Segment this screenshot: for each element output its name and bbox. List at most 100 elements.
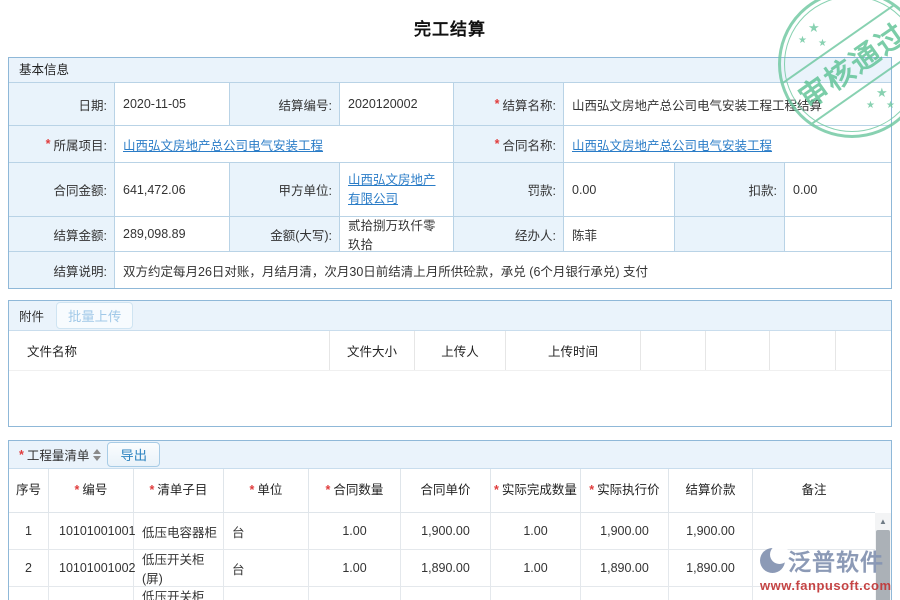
- penalty-value: 0.00: [563, 162, 674, 216]
- sort-down-icon: [93, 456, 101, 461]
- col-item: *清单子目: [134, 469, 224, 513]
- boq-bar: * 工程量清单 导出: [9, 441, 891, 469]
- cell-contract-qty: 1.00: [309, 513, 401, 550]
- sort-icon[interactable]: [93, 449, 101, 461]
- settlement-no-value: 2020120002: [339, 83, 453, 125]
- settlement-amount-value: 289,098.89: [114, 216, 229, 251]
- cell-item: 低压开关柜(屏): [134, 550, 224, 587]
- cell-unit: 台: [224, 587, 309, 600]
- boq-section-label: 工程量清单: [27, 445, 90, 464]
- cell-code: 10101001002: [49, 550, 134, 587]
- cell-actual-price: 1,890.00: [581, 550, 669, 587]
- party-a-link[interactable]: 山西弘文房地产有限公司: [348, 171, 447, 207]
- contract-value-cell: 山西弘文房地产总公司电气安装工程: [563, 125, 891, 162]
- required-marker: *: [250, 483, 255, 497]
- col-file-size: 文件大小: [330, 331, 415, 370]
- boq-header-row: 序号 *编号 *清单子目 *单位 *合同数量 合同单价 *实际完成数量 *实际执…: [9, 469, 875, 513]
- col-uploader: 上传人: [415, 331, 506, 370]
- col-unit: *单位: [224, 469, 309, 513]
- boq-table: 序号 *编号 *清单子目 *单位 *合同数量 合同单价 *实际完成数量 *实际执…: [9, 469, 875, 600]
- col-remark: 备注: [753, 469, 875, 513]
- date-label-cell: 日期:: [9, 83, 114, 125]
- cell-contract-qty: 1.00: [309, 550, 401, 587]
- col-empty: [706, 331, 770, 370]
- col-empty: [770, 331, 836, 370]
- cell-seq: 1: [9, 513, 49, 550]
- scroll-up-icon[interactable]: ▲: [875, 513, 891, 529]
- cell-seq: 3: [9, 587, 49, 600]
- empty-label-cell: [674, 216, 784, 251]
- required-marker: *: [495, 97, 500, 111]
- settlement-name-label-cell: *结算名称:: [453, 83, 563, 125]
- col-contract-qty: *合同数量: [309, 469, 401, 513]
- cell-contract-price: 1,899.00: [401, 587, 491, 600]
- vendor-watermark: 泛普软件 www.fanpusoft.com: [760, 543, 892, 593]
- col-empty: [836, 331, 891, 370]
- cell-actual-qty: 1.00: [491, 550, 581, 587]
- required-marker: *: [19, 448, 24, 462]
- cell-unit: 台: [224, 513, 309, 550]
- basic-info-panel: 基本信息 日期: 2020-11-05 结算编号: 2020120002 *结算…: [8, 57, 892, 289]
- col-actual-price: *实际执行价: [581, 469, 669, 513]
- required-marker: *: [326, 483, 331, 497]
- cell-settle-amount: 1,900.00: [669, 513, 753, 550]
- settlement-amount-label-cell: 结算金额:: [9, 216, 114, 251]
- required-marker: *: [75, 483, 80, 497]
- required-marker: *: [46, 137, 51, 151]
- cell-contract-qty: 1.00: [309, 587, 401, 600]
- deduction-value: 0.00: [784, 162, 891, 216]
- operator-label-cell: 经办人:: [453, 216, 563, 251]
- basic-info-section-title: 基本信息: [9, 58, 891, 83]
- note-label-cell: 结算说明:: [9, 251, 114, 288]
- penalty-label-cell: 罚款:: [453, 162, 563, 216]
- operator-value: 陈菲: [563, 216, 674, 251]
- attachments-header-row: 文件名称 文件大小 上传人 上传时间: [9, 331, 891, 371]
- col-upload-time: 上传时间: [506, 331, 641, 370]
- boq-data-row: 1 10101001001 低压电容器柜 台 1.00 1,900.00 1.0…: [9, 513, 875, 550]
- contract-amount-value: 641,472.06: [114, 162, 229, 216]
- required-marker: *: [495, 137, 500, 151]
- party-a-value-cell: 山西弘文房地产有限公司: [339, 162, 453, 216]
- col-file-name: 文件名称: [9, 331, 330, 370]
- attachments-bar: 附件 批量上传: [9, 301, 891, 331]
- boq-data-row: 3 10101001003 低压开关柜(屏) 台 1.00 1,899.00 1…: [9, 587, 875, 600]
- required-marker: *: [494, 483, 499, 497]
- vendor-brand: 泛普软件: [788, 543, 884, 577]
- boq-data-row: 2 10101001002 低压开关柜(屏) 台 1.00 1,890.00 1…: [9, 550, 875, 587]
- cell-settle-amount: 1,899.00: [669, 587, 753, 600]
- attachments-section-title: 附件: [19, 306, 44, 325]
- note-value: 双方约定每月26日对账，月结月清，次月30日前结清上月所供砼款，承兑 (6个月银…: [114, 251, 891, 288]
- cell-item: 低压电容器柜: [134, 513, 224, 550]
- attachments-panel: 附件 批量上传 文件名称 文件大小 上传人 上传时间: [8, 300, 892, 427]
- project-link[interactable]: 山西弘文房地产总公司电气安装工程: [123, 135, 323, 154]
- settlement-no-label-cell: 结算编号:: [229, 83, 339, 125]
- vendor-logo-icon: [760, 548, 785, 573]
- batch-upload-button[interactable]: 批量上传: [56, 302, 133, 329]
- required-marker: *: [589, 483, 594, 497]
- contract-amount-label-cell: 合同金额:: [9, 162, 114, 216]
- empty-value-cell: [784, 216, 891, 251]
- page-title: 完工结算: [0, 15, 900, 40]
- cell-code: 10101001001: [49, 513, 134, 550]
- cell-actual-price: 1,899.00: [581, 587, 669, 600]
- settlement-name-value: 山西弘文房地产总公司电气安装工程工程结算: [563, 83, 891, 125]
- col-actual-qty: *实际完成数量: [491, 469, 581, 513]
- required-marker: *: [150, 483, 155, 497]
- cell-item: 低压开关柜(屏): [134, 587, 224, 600]
- basic-info-form: 日期: 2020-11-05 结算编号: 2020120002 *结算名称: 山…: [9, 83, 891, 288]
- cell-actual-qty: 1.00: [491, 587, 581, 600]
- cell-seq: 2: [9, 550, 49, 587]
- amount-in-words-label-cell: 金额(大写):: [229, 216, 339, 251]
- date-value: 2020-11-05: [114, 83, 229, 125]
- project-label-cell: *所属项目:: [9, 125, 114, 162]
- attachments-empty-area: [9, 371, 891, 425]
- col-seq: 序号: [9, 469, 49, 513]
- party-a-label-cell: 甲方单位:: [229, 162, 339, 216]
- col-code: *编号: [49, 469, 134, 513]
- sort-up-icon: [93, 449, 101, 454]
- col-contract-price: 合同单价: [401, 469, 491, 513]
- contract-link[interactable]: 山西弘文房地产总公司电气安装工程: [572, 135, 772, 154]
- vendor-url: www.fanpusoft.com: [760, 578, 892, 593]
- project-value-cell: 山西弘文房地产总公司电气安装工程: [114, 125, 453, 162]
- export-button[interactable]: 导出: [107, 442, 160, 467]
